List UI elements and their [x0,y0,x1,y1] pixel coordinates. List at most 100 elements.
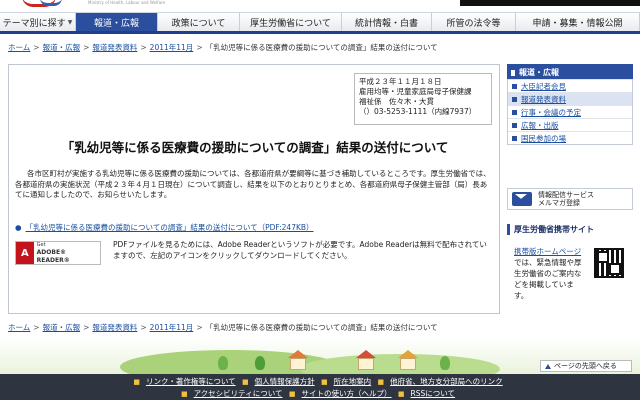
square-icon [511,70,515,76]
global-nav: テーマ別に探す ▼ 報道・広報 政策について 厚生労働省について 統計情報・白書 … [0,12,640,34]
sidebar-item-releases[interactable]: 報道発表資料 [508,92,632,105]
footer-link-accessibility[interactable]: アクセシビリティについて [194,389,283,398]
sidebar-item-label[interactable]: 行事・会議の予定 [521,107,581,118]
adobe-get-label: Get [36,241,46,248]
square-bullet-icon [512,83,517,89]
adobe-reader-label: ADOBE® READER® [36,248,70,264]
arrow-up-icon [545,363,551,369]
sidebar-item-publications[interactable]: 広報・出版 [508,118,632,131]
page-top-label: ページの先頭へ戻る [554,362,617,370]
mail-envelope-icon [512,192,532,206]
breadcrumb-sep: > [83,323,90,332]
gnav-statistics[interactable]: 統計情報・白書 [342,13,432,31]
pdf-link[interactable]: 「乳幼児等に係る医療費の援助についての調査」結果の送付について（PDF:247K… [26,223,314,232]
gnav-label: 統計情報・白書 [354,18,418,29]
sidebar-item-events[interactable]: 行事・会議の予定 [508,105,632,118]
breadcrumb-month[interactable]: 2011年11月 [150,43,194,52]
page-top-button[interactable]: ページの先頭へ戻る [540,360,632,372]
ministry-english-name: Ministry of Health, Labour and Welfare [88,0,166,5]
gnav-label: 政策について [171,18,226,29]
house-icon [356,350,376,370]
bullet-icon: ■ [180,390,188,398]
gnav-policy[interactable]: 政策について [158,13,240,31]
sidebar-item-label[interactable]: 報道発表資料 [521,94,566,105]
chevron-down-icon: ▼ [67,18,73,26]
sidebar: 報道・広報 大臣記者会見 報道発表資料 行事・会議の予定 広報・出版 国民参加の… [507,64,633,145]
breadcrumb-home[interactable]: ホーム [8,43,30,52]
release-date: 平成２３年１１月１８日 [359,77,442,86]
gnav-label: テーマ別に探す [2,18,66,29]
footer-link-rss[interactable]: RSSについて [411,389,456,398]
breadcrumb-sep: > [33,43,40,52]
breadcrumb: ホーム > 報道・広報 > 報道発表資料 >2011年11月 > 「乳幼児等に係る医療費の援助… [8,43,438,53]
footer-link-other-ministries[interactable]: 他府省、地方支分部局へのリンク [390,377,503,386]
mobile-site-text: 携帯版ホームページでは、緊急情報や厚生労働省のご案内などを掲載しています。 [514,246,584,301]
footer-link-privacy[interactable]: 個人情報保護方針 [255,377,315,386]
sidebar-heading-label: 報道・広報 [519,68,559,77]
bullet-icon: ■ [397,390,405,398]
gnav-label: 厚生労働省について [250,18,331,29]
gnav-application[interactable]: 申請・募集・情報公開 [516,13,640,31]
pdf-link-row: ● 「乳幼児等に係る医療費の援助についての調査」結果の送付について（PDF:247… [15,222,314,233]
gnav-theme-search[interactable]: テーマ別に探す ▼ [0,13,76,31]
sidebar-item-participation[interactable]: 国民参加の場 [508,131,632,144]
breadcrumb-bottom: ホーム > 報道・広報 > 報道発表資料 >2011年11月 > 「乳幼児等に係る医療費の援助… [8,323,438,333]
bullet-icon: ■ [133,378,140,386]
breadcrumb-current: 「乳幼児等に係る医療費の援助についての調査」結果の送付について [205,323,438,332]
breadcrumb-home[interactable]: ホーム [8,323,30,332]
breadcrumb-sep: > [33,323,40,332]
square-bullet-icon [512,122,517,128]
bullet-icon: ■ [288,390,296,398]
gnav-label: 所管の法令等 [446,18,501,29]
footer-link-copyright[interactable]: リンク・著作権等について [146,377,236,386]
contact-person: 福祉係 佐々木・大貫 [359,97,434,106]
body-paragraph: 各市区町村が実施する乳幼児等に係る医療費の援助については、各都道府県が要綱等に基… [15,169,491,199]
tree-icon [255,356,265,370]
gnav-about[interactable]: 厚生労働省について [240,13,342,31]
contact-phone: （）03-5253-1111（内線7937） [359,107,477,116]
square-bullet-icon [512,96,517,102]
gnav-label: 申請・募集・情報公開 [532,18,623,29]
bullet-icon: ● [15,223,22,232]
breadcrumb-sep: > [140,323,147,332]
gnav-press[interactable]: 報道・広報 [76,13,158,31]
breadcrumb-sep: > [140,43,147,52]
tree-icon [218,356,228,370]
sidebar-item-press-conference[interactable]: 大臣記者会見 [508,79,632,92]
sidebar-item-label[interactable]: 大臣記者会見 [521,81,566,92]
breadcrumb-press[interactable]: 報道・広報 [43,323,81,332]
footer-link-access[interactable]: 所在地案内 [334,377,372,386]
breadcrumb-current: 「乳幼児等に係る医療費の援助についての調査」結果の送付について [205,43,438,52]
breadcrumb-releases[interactable]: 報道発表資料 [92,323,137,332]
breadcrumb-press[interactable]: 報道・広報 [43,43,81,52]
adobe-reader-icon: A [16,242,34,264]
mail-line1: 情報配信サービス [538,190,594,199]
utility-bar [460,0,640,6]
breadcrumb-sep: > [196,43,203,52]
footer-row-2: ■ アクセシビリティについて ■ サイトの使い方（ヘルプ） ■ RSSについて [0,388,640,399]
sidebar-item-label[interactable]: 国民参加の場 [521,133,566,144]
mail-line2: メルマガ登録 [538,199,580,207]
contact-box: 平成２３年１１月１８日 雇用均等・児童家庭局母子保健課 福祉係 佐々木・大貫 （… [354,73,492,125]
square-bullet-icon [512,135,517,141]
tree-icon [440,356,450,370]
main-content: 平成２３年１１月１８日 雇用均等・児童家庭局母子保健課 福祉係 佐々木・大貫 （… [8,64,500,314]
sidebar-item-label[interactable]: 広報・出版 [521,120,559,131]
contact-dept: 雇用均等・児童家庭局母子保健課 [359,87,472,96]
mailmagazine-text: 情報配信サービス メルマガ登録 [538,191,594,208]
breadcrumb-month[interactable]: 2011年11月 [150,323,194,332]
sidebar-list: 大臣記者会見 報道発表資料 行事・会議の予定 広報・出版 国民参加の場 [507,79,633,145]
footer-link-help[interactable]: サイトの使い方（ヘルプ） [302,389,392,398]
square-bullet-icon [512,109,517,115]
gnav-laws[interactable]: 所管の法令等 [432,13,516,31]
qr-code-icon [594,248,624,278]
mobile-site-heading: 厚生労働省携帯サイト [507,224,633,235]
bullet-icon: ■ [241,378,249,386]
sidebar-heading: 報道・広報 [507,64,633,79]
mobile-site-link[interactable]: 携帯版ホームページ [514,247,581,256]
breadcrumb-releases[interactable]: 報道発表資料 [92,43,137,52]
mailmagazine-banner[interactable]: 情報配信サービス メルマガ登録 [507,188,633,210]
gnav-label: 報道・広報 [93,18,139,29]
adobe-reader-button[interactable]: A Get ADOBE® READER® [15,241,101,265]
adobe-note: PDFファイルを見るためには、Adobe Readerというソフトが必要です。A… [113,240,487,260]
